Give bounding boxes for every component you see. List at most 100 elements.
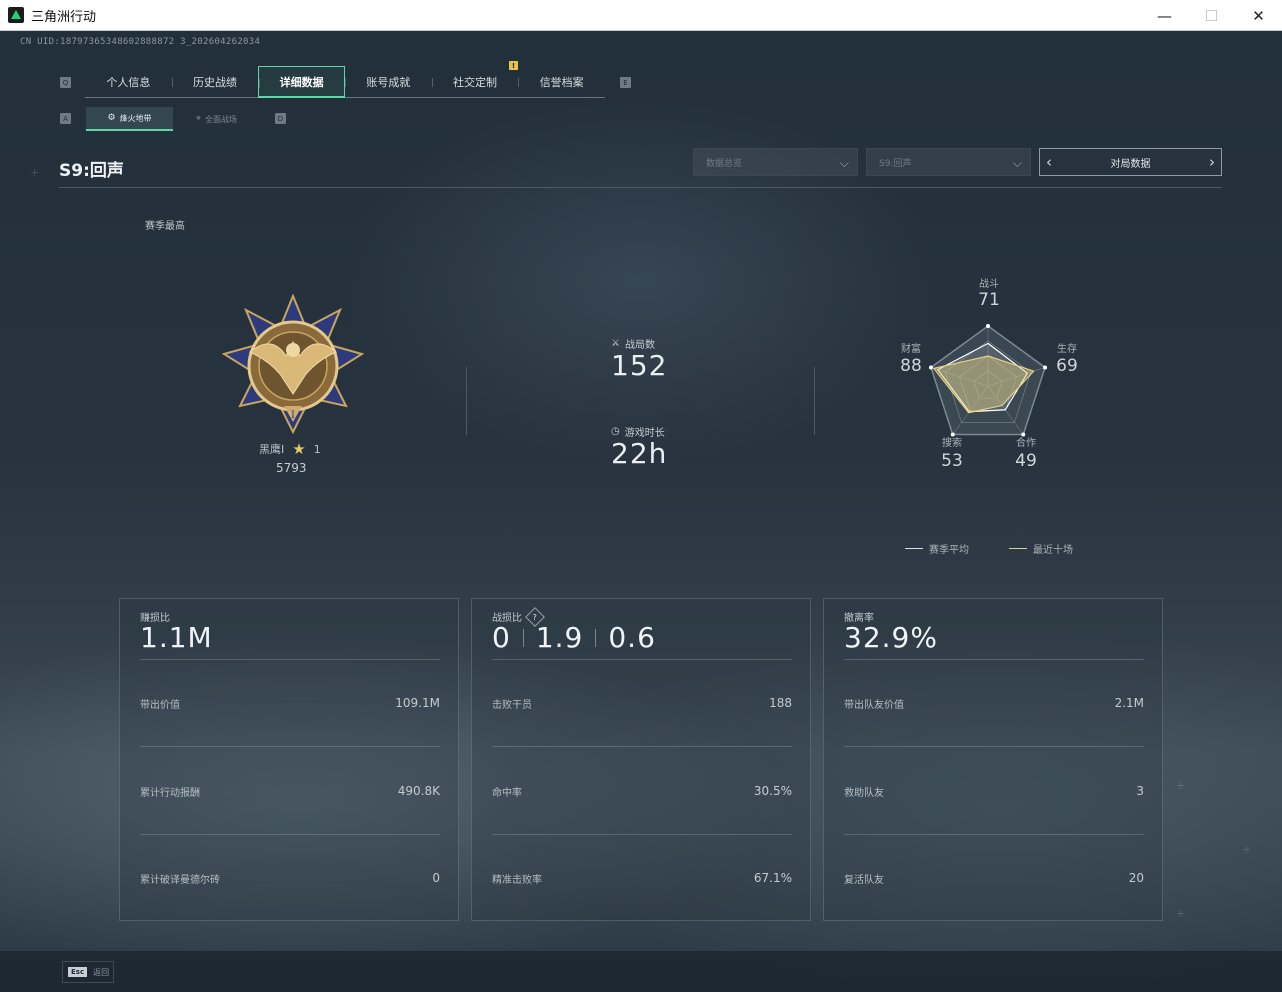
season-dropdown-value: S9:回声	[879, 158, 912, 169]
data-overview-dropdown[interactable]: 数据总览 ⌵	[693, 148, 858, 176]
playtime-value: 22h	[611, 437, 668, 470]
radar-value-wealth: 88	[900, 356, 922, 376]
list-item: 累计破译曼德尔砖 0	[140, 871, 440, 886]
divider	[814, 367, 815, 435]
chevron-down-icon: ⌵	[1012, 156, 1022, 170]
chevron-down-icon: ⌵	[839, 156, 849, 170]
crosshair-icon: +	[30, 166, 40, 179]
row-value: 188	[769, 696, 792, 710]
tab-reputation[interactable]: 信誉档案	[518, 66, 605, 98]
rank-medal-icon: I	[222, 294, 364, 435]
radar-label-wealth: 财富	[901, 344, 921, 355]
bottom-bar	[0, 951, 1282, 992]
divider	[844, 746, 1144, 747]
match-data-label: 对局数据	[1110, 158, 1151, 170]
window-titlebar: 三角洲行动 — ☐ ✕	[0, 0, 1282, 31]
legend-line-gold	[1009, 548, 1027, 549]
season-best-label: 赛季最高	[145, 221, 185, 232]
legend-season-avg: 赛季平均	[905, 541, 969, 556]
crosshair-icon: +	[1176, 907, 1186, 920]
tab-personal-info[interactable]: 个人信息	[85, 66, 172, 98]
legend-season-avg-label: 赛季平均	[929, 545, 969, 556]
kd-value-1: 0	[492, 621, 511, 654]
minimize-button[interactable]: —	[1141, 0, 1188, 31]
radar-value-combat: 71	[978, 290, 1000, 310]
chevron-right-icon[interactable]: ›	[1209, 153, 1215, 171]
rank-info: 黑鹰I ★ 1	[259, 440, 321, 458]
row-value: 20	[1128, 871, 1144, 885]
list-item: 复活队友 20	[844, 871, 1144, 886]
divider	[140, 746, 440, 747]
tab-achievements[interactable]: 账号成就	[345, 66, 432, 98]
tab-social-custom[interactable]: 社交定制	[431, 66, 519, 98]
radar-value-search: 53	[941, 451, 963, 471]
list-item: 带出价值 109.1M	[140, 696, 440, 711]
tab-next-key-hint[interactable]: E	[620, 77, 631, 88]
list-item: 累计行动报酬 490.8K	[140, 784, 440, 799]
extraction-rate-value: 32.9%	[844, 621, 938, 654]
legend-recent-ten: 最近十场	[1009, 541, 1073, 556]
radar-label-combat: 战斗	[979, 279, 999, 290]
maximize-button[interactable]: ☐	[1188, 0, 1235, 31]
radar-label-search: 搜索	[942, 438, 962, 449]
row-label: 累计行动报酬	[140, 788, 200, 799]
divider	[595, 628, 597, 647]
radar-value-teamwork: 49	[1015, 451, 1037, 471]
app-logo-icon	[8, 7, 24, 23]
row-label: 带出价值	[140, 700, 180, 711]
divider	[140, 659, 440, 660]
tab-prev-key-hint[interactable]: Q	[60, 77, 71, 88]
panel-main-value: 32.9%	[844, 621, 938, 654]
svg-text:I: I	[291, 410, 295, 421]
row-label: 累计破译曼德尔砖	[140, 875, 220, 886]
subtab-prev-key-hint[interactable]: A	[60, 113, 71, 124]
esc-key-hint: Esc	[68, 967, 88, 977]
kd-value-3: 0.6	[608, 621, 656, 654]
tab-hazard-zone-label: 烽火地带	[119, 113, 152, 123]
target-icon: ⌖	[195, 114, 202, 124]
row-label: 救助队友	[844, 788, 884, 799]
subtab-next-key-hint[interactable]: D	[275, 113, 286, 124]
tab-hazard-zone[interactable]: ⚙ 烽火地带	[86, 107, 173, 131]
row-label: 复活队友	[844, 875, 884, 886]
divider	[466, 367, 467, 435]
window-title: 三角洲行动	[31, 9, 97, 25]
data-overview-value: 数据总览	[706, 158, 743, 169]
legend-line-white	[905, 548, 923, 549]
back-button[interactable]: Esc 返回	[62, 961, 114, 983]
radar-vertex-dot	[1043, 365, 1048, 370]
matches-value: 152	[611, 349, 668, 382]
notification-badge: !	[509, 61, 518, 70]
fire-icon: ⚙	[107, 113, 116, 123]
legend-recent-ten-label: 最近十场	[1033, 545, 1073, 556]
panel-main-value: 1.1M	[140, 621, 213, 654]
season-title: S9:回声	[59, 161, 124, 181]
star-icon: ★	[292, 440, 306, 458]
radar-vertex-dot	[928, 365, 933, 370]
back-label: 返回	[93, 967, 110, 977]
row-value: 3	[1136, 784, 1144, 798]
divider	[140, 834, 440, 835]
panel-main-value: 0 1.9 0.6	[492, 621, 656, 654]
tab-history[interactable]: 历史战绩	[171, 66, 259, 98]
header-divider	[59, 187, 1222, 188]
season-dropdown[interactable]: S9:回声 ⌵	[866, 148, 1031, 176]
divider	[492, 834, 792, 835]
mode-tab-bar: ⚙ 烽火地带 ⌖ 全面战场	[86, 107, 260, 131]
rank-score: 5793	[276, 461, 307, 475]
profit-panel: 赚损比 1.1M 带出价值 109.1M 累计行动报酬 490.8K 累计破译曼德尔…	[119, 598, 459, 921]
tab-full-battlefield[interactable]: ⌖ 全面战场	[173, 107, 260, 131]
cnuid-text: CN UID:18797365348602888872 3_2026042620…	[20, 37, 261, 47]
chevron-left-icon[interactable]: ‹	[1046, 153, 1052, 171]
row-label: 击败干员	[492, 700, 532, 711]
crosshair-icon: +	[1176, 779, 1186, 792]
match-data-selector[interactable]: ‹ 对局数据 ›	[1039, 148, 1222, 176]
tab-detailed-data[interactable]: 详细数据	[258, 66, 346, 98]
row-label: 带出队友价值	[844, 700, 904, 711]
rank-stars: 1	[313, 442, 321, 456]
list-item: 命中率 30.5%	[492, 784, 792, 799]
close-button[interactable]: ✕	[1235, 0, 1282, 31]
row-value: 30.5%	[753, 784, 792, 798]
crossed-swords-icon: ⚔	[611, 338, 620, 349]
divider	[522, 628, 524, 647]
